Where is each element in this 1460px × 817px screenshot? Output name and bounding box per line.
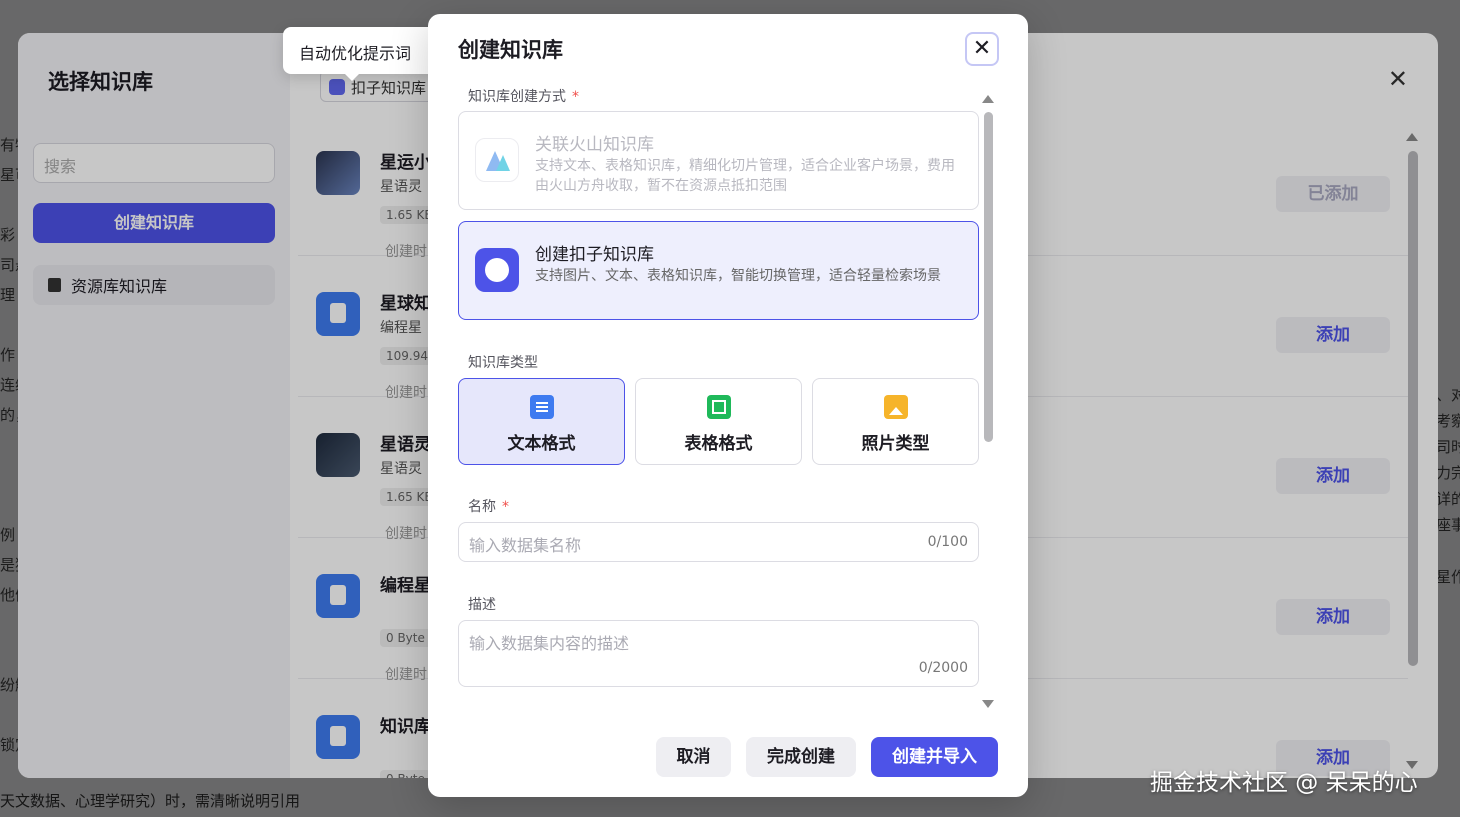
option-coze-knowledge[interactable]: 创建扣子知识库 支持图片、文本、表格知识库，智能切换管理，适合轻量检索场景 [458,221,979,320]
option-volcano-knowledge[interactable]: 关联火山知识库 支持文本、表格知识库，精细化切片管理，适合企业客户场景，费用由火… [458,111,979,210]
create-and-import-button[interactable]: 创建并导入 [871,737,998,777]
modal-title: 创建知识库 [458,38,563,62]
name-label: 名称 * [468,499,509,515]
watermark: 掘金技术社区 @ 呆呆的心 [1150,770,1418,796]
cancel-button[interactable]: 取消 [656,737,731,777]
desc-placeholder: 输入数据集内容的描述 [469,634,630,653]
desc-counter: 0/2000 [918,660,968,676]
option-title: 关联火山知识库 [535,135,654,155]
close-icon[interactable]: ✕ [965,32,999,66]
type-label: 知识库类型 [468,355,538,371]
type-text[interactable]: 文本格式 [458,378,625,465]
tooltip: 自动优化提示词 [283,27,436,81]
type-label-image: 照片类型 [861,434,930,454]
finish-create-button[interactable]: 完成创建 [746,737,856,777]
type-label-table: 表格格式 [684,434,753,454]
volcano-icon [475,138,519,182]
desc-label: 描述 [468,597,496,613]
name-field[interactable]: 输入数据集名称 0/100 [458,522,979,562]
option-description: 支持文本、表格知识库，精细化切片管理，适合企业客户场景，费用由火山方舟收取，暂不… [535,158,955,194]
option-title: 创建扣子知识库 [535,245,654,265]
option-description: 支持图片、文本、表格知识库，智能切换管理，适合轻量检索场景 [535,268,941,284]
type-label-text: 文本格式 [507,434,576,454]
image-icon [884,395,908,419]
name-placeholder: 输入数据集名称 [469,536,582,555]
description-field[interactable]: 输入数据集内容的描述 0/2000 [458,620,979,687]
create-knowledge-modal: 创建知识库 ✕ 知识库创建方式 * 关联火山知识库 支持文本、表格知识库，精细化切… [428,14,1028,797]
modal-scroll-up[interactable] [982,95,994,103]
modal-scrollbar[interactable] [984,112,993,442]
coze-icon [475,248,519,292]
type-image[interactable]: 照片类型 [812,378,979,465]
name-counter: 0/100 [927,534,968,550]
method-label: 知识库创建方式 * [468,89,579,105]
type-table[interactable]: 表格格式 [635,378,802,465]
modal-scroll-down[interactable] [982,700,994,708]
table-icon [707,395,731,419]
doc-icon [530,395,554,419]
